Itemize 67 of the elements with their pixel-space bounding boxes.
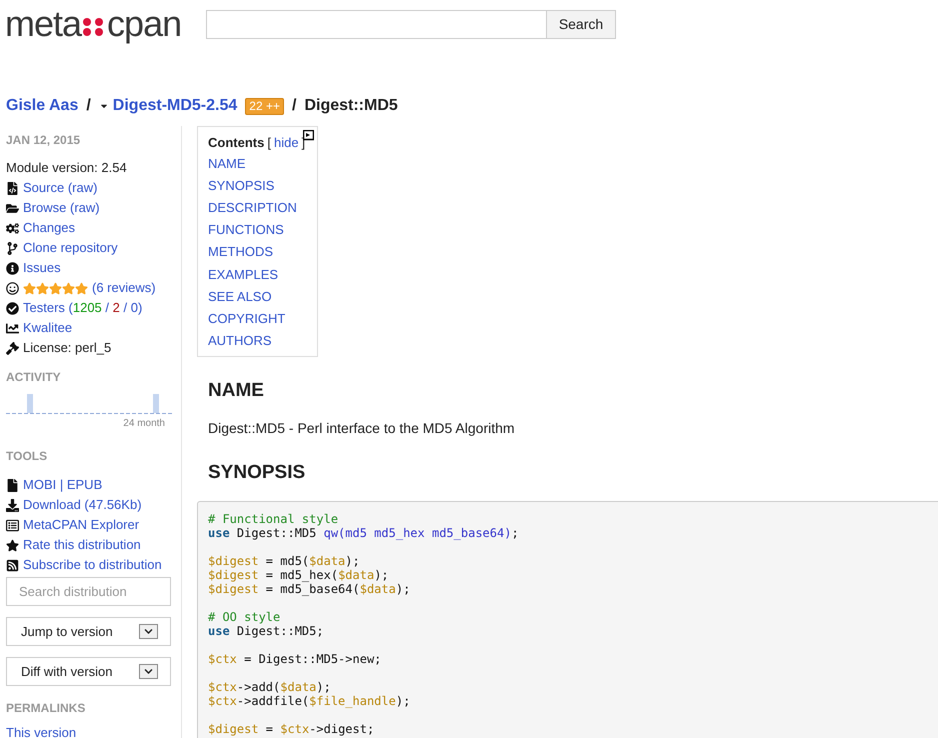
version-select[interactable]: Diff with version (6, 657, 171, 686)
sidebar-link[interactable]: (6 reviews) (92, 278, 156, 298)
sidebar-link[interactable]: MOBI | EPUB (23, 475, 102, 495)
folder-icon (6, 202, 19, 214)
smiley-icon (6, 282, 19, 294)
module-name: Digest::MD5 (304, 96, 398, 116)
sidebar-link[interactable]: Kwalitee (23, 318, 72, 338)
contents-link[interactable]: COPYRIGHT (208, 308, 317, 330)
gears-icon (6, 222, 19, 234)
sidebar-link[interactable]: Download (47.56Kb) (23, 495, 142, 515)
contents-link[interactable]: FUNCTIONS (208, 219, 317, 242)
separator: / (86, 96, 91, 116)
sidebar-link[interactable]: Source (raw) (23, 178, 98, 198)
sidebar-link[interactable]: Rate this distribution (23, 535, 141, 555)
rating-star-icon (62, 282, 75, 294)
rating-star-icon (23, 282, 36, 294)
version-select[interactable]: Jump to version (6, 617, 171, 646)
module-version: Module version: 2.54 (6, 159, 128, 177)
description-text: Digest::MD5 - Perl interface to the MD5 Algorithm (208, 418, 516, 438)
star-icon (6, 538, 19, 552)
section-title: ACTIVITY (6, 369, 62, 386)
contents-title: Contents (208, 134, 264, 152)
sidebar-link[interactable]: Clone repository (23, 238, 118, 258)
section-title: TOOLS (6, 448, 48, 465)
metacpan-logo[interactable]: meta cpan (5, 6, 195, 42)
search-button[interactable]: Search (547, 10, 616, 38)
sidebar-link[interactable]: Browse (raw) (23, 198, 100, 218)
contents-link[interactable]: NAME (208, 152, 317, 175)
rating-star-icon (36, 282, 49, 294)
rss-icon (6, 558, 19, 572)
sidebar-link[interactable]: Testers (1205 / 2 / 0) (23, 298, 142, 318)
popout-icon[interactable] (303, 130, 314, 141)
line-chart-icon (6, 322, 19, 334)
bracket: [ (267, 134, 271, 152)
rating-star-icon (75, 282, 88, 294)
rating-star-icon (49, 282, 62, 294)
separator: / (292, 96, 296, 116)
activity-label: 24 month (122, 417, 166, 431)
search-distribution-field[interactable]: Search distribution (6, 577, 171, 606)
code-file-icon (6, 182, 19, 194)
author-link[interactable]: Gisle Aas (6, 94, 78, 118)
section-heading: SYNOPSIS (208, 460, 306, 485)
hide-link[interactable]: hide (274, 133, 299, 152)
section-heading: NAME (208, 379, 265, 404)
sidebar-link[interactable]: Issues (23, 258, 61, 278)
gavel-icon (6, 342, 19, 354)
file-icon (6, 478, 19, 492)
release-link[interactable]: Digest-MD5-2.54 (112, 94, 238, 118)
list-icon (6, 518, 19, 532)
sidebar-link[interactable]: MetaCPAN Explorer (23, 515, 140, 535)
info-icon (6, 262, 19, 274)
contents-link[interactable]: SYNOPSIS (208, 174, 317, 197)
contents-link[interactable]: EXAMPLES (208, 264, 317, 286)
branch-icon (6, 242, 19, 254)
contents-link[interactable]: SEE ALSO (208, 286, 317, 308)
permalink[interactable]: This version (6, 723, 171, 738)
sidebar-link[interactable]: Changes (23, 218, 76, 238)
sidebar-text: License: perl_5 (23, 339, 112, 358)
release-date: JAN 12, 2015 (6, 132, 82, 149)
contents-link[interactable]: AUTHORS (208, 330, 317, 352)
contents-link[interactable]: DESCRIPTION (208, 196, 317, 220)
sidebar-link[interactable]: Subscribe to distribution (23, 555, 162, 575)
section-title: PERMALINKS (6, 700, 86, 717)
search-field[interactable] (206, 10, 547, 38)
contents-link[interactable]: METHODS (208, 241, 317, 264)
download-icon (6, 498, 19, 512)
code-block: # Functional style use Digest::MD5 qw(md5 md5_hex md5_base64); $digest = md5($data); $digest = md5_hex($data); $digest = md5_base64($data); # OO style use Digest::MD5; $ctx = Digest::MD5->new; $ctx->add($data); $ctx->addfile($file_handle); $digest = $ctx->digest; (197, 501, 938, 738)
